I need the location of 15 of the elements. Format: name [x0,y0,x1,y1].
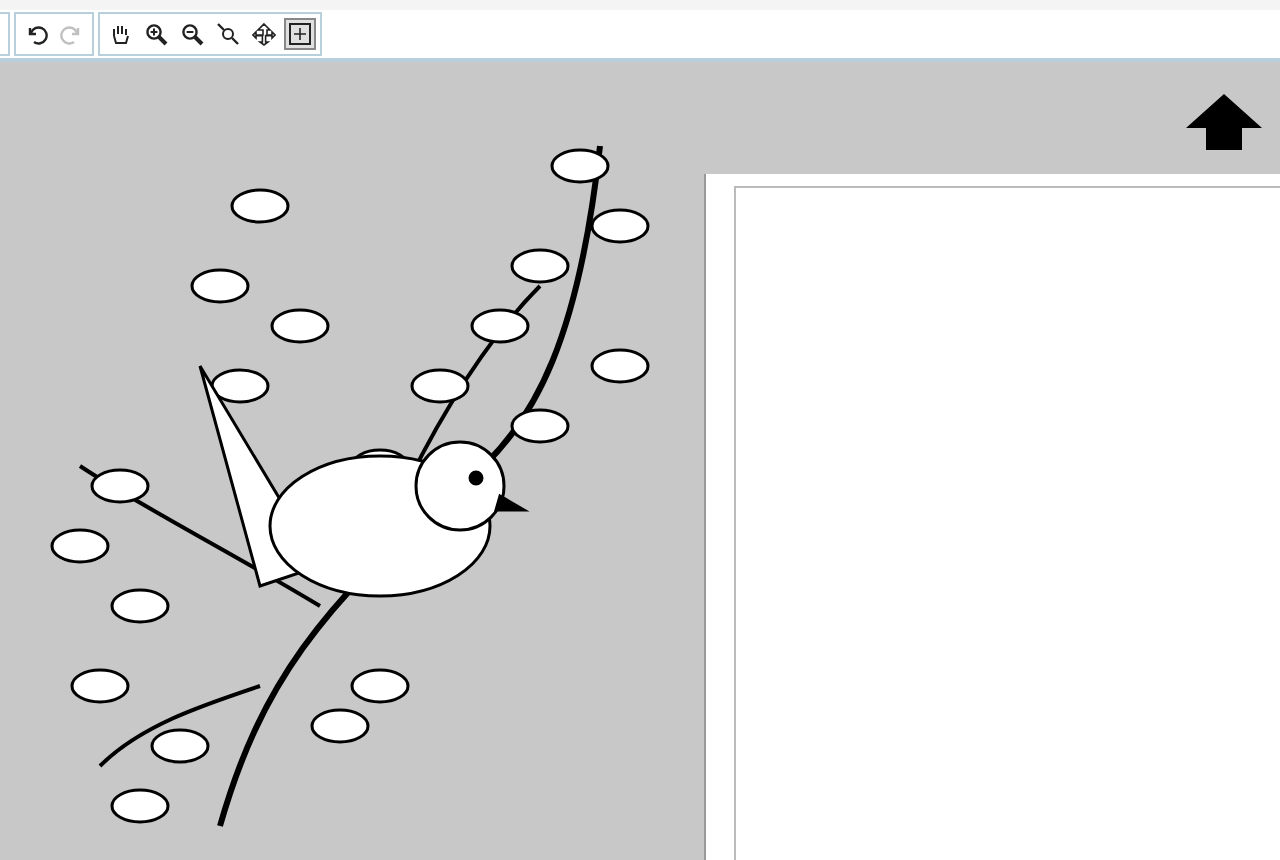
move-icon [252,22,276,46]
magnifier-icon [216,22,240,46]
toolbar-group-edge [0,12,10,56]
magnifier-button[interactable] [212,18,244,50]
hand-icon [108,22,132,46]
zoom-in-icon [144,22,168,46]
up-arrow-icon[interactable] [1186,94,1262,150]
move-button[interactable] [248,18,280,50]
zoom-in-button[interactable] [140,18,172,50]
redo-icon [60,22,84,46]
zoom-out-button[interactable] [176,18,208,50]
zoom-out-icon [180,22,204,46]
fit-icon [288,22,312,46]
undo-icon [24,22,48,46]
fit-button[interactable] [284,18,316,50]
